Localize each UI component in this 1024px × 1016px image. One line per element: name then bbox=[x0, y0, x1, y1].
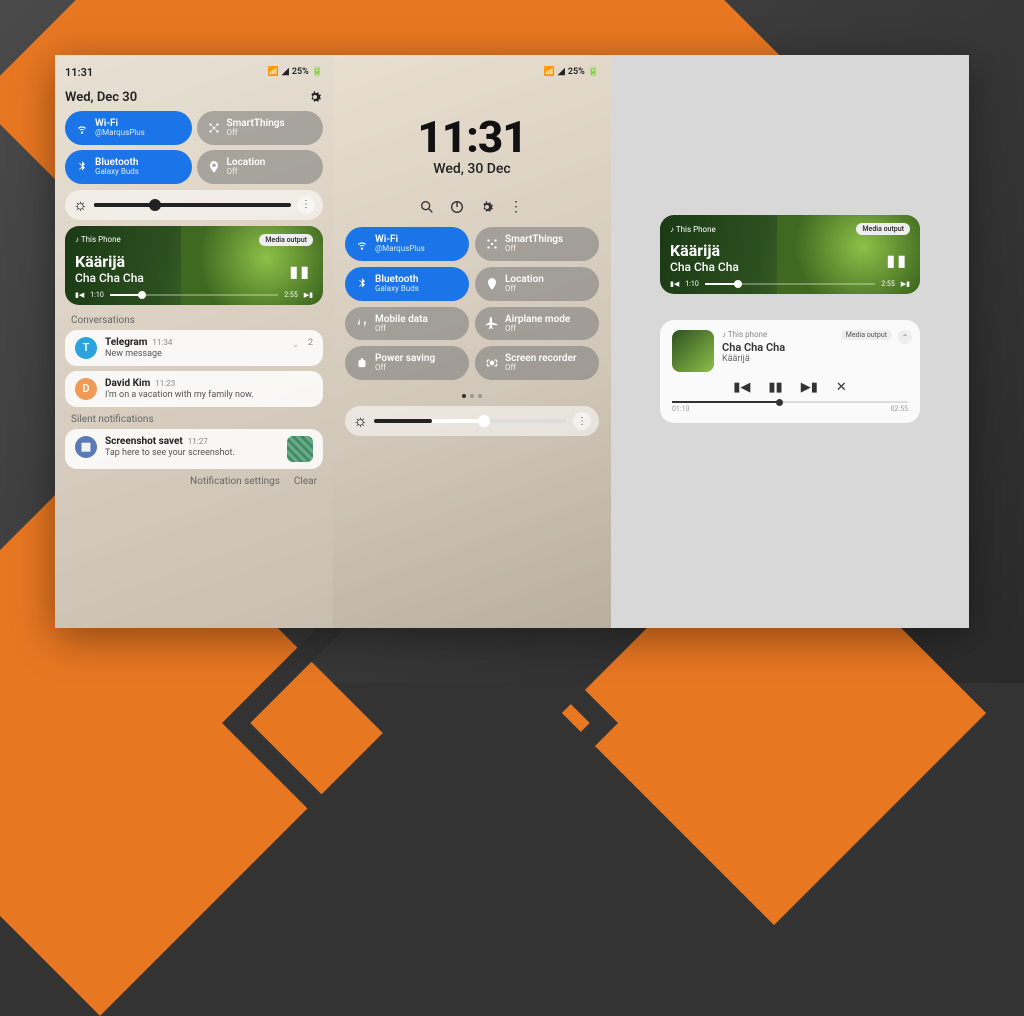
brightness-icon: ☼ bbox=[73, 195, 88, 215]
album-art-3 bbox=[672, 330, 714, 372]
collapse-icon[interactable]: ⌃ bbox=[898, 330, 912, 344]
more-icon-2[interactable]: ⋮ bbox=[509, 199, 525, 215]
page-indicator bbox=[345, 394, 599, 398]
location-icon bbox=[207, 160, 221, 174]
settings-icon-2[interactable] bbox=[479, 199, 495, 215]
screenshot-thumb bbox=[287, 436, 313, 462]
progress-bar-3[interactable] bbox=[672, 401, 908, 403]
status-bar-2: 📶◢25%🔋 bbox=[345, 63, 599, 81]
data-icon bbox=[355, 316, 369, 330]
notification-count: 2 bbox=[308, 338, 313, 348]
qs-screenrecorder[interactable]: Screen recorderOff bbox=[475, 346, 599, 380]
record-icon bbox=[485, 356, 499, 370]
media-artist-3: Käärijä bbox=[722, 354, 908, 364]
media-track: Cha Cha Cha bbox=[75, 271, 313, 285]
status-time: 11:31 bbox=[65, 66, 93, 79]
media-artist-2: Käärijä bbox=[670, 241, 910, 260]
media-widget-compact[interactable]: Media output ⌃ ♪ This phone Cha Cha Cha … bbox=[660, 320, 920, 423]
media-output-2[interactable]: Media output bbox=[856, 223, 910, 235]
qs-wifi[interactable]: Wi-Fi@MarqusPlus bbox=[345, 227, 469, 261]
notification-david[interactable]: D David Kim11:23 I'm on a vacation with … bbox=[65, 371, 323, 407]
search-icon[interactable] bbox=[419, 199, 435, 215]
qs-smartthings[interactable]: SmartThingsOff bbox=[475, 227, 599, 261]
clock-time: 11:31 bbox=[345, 111, 599, 163]
chevron-down-icon[interactable]: ⌄ bbox=[292, 340, 299, 349]
quick-toggles: Wi-Fi@MarqusPlus SmartThingsOff Bluetoot… bbox=[65, 111, 323, 184]
next-button-3[interactable]: ▶▮ bbox=[801, 380, 818, 395]
qs-location[interactable]: LocationOff bbox=[475, 267, 599, 301]
telegram-icon: T bbox=[75, 337, 97, 359]
battery-icon bbox=[355, 356, 369, 370]
location-icon bbox=[485, 277, 499, 291]
smartthings-icon bbox=[485, 237, 499, 251]
pause-button-3[interactable]: ▮▮ bbox=[768, 380, 782, 395]
media-player-card[interactable]: ♪ This Phone Media output Käärijä Cha Ch… bbox=[65, 226, 323, 305]
elapsed-3: 01:10 bbox=[672, 405, 689, 413]
pause-button[interactable]: ▮▮ bbox=[289, 262, 311, 281]
toggle-wifi[interactable]: Wi-Fi@MarqusPlus bbox=[65, 111, 192, 145]
prev-button-3[interactable]: ▮◀ bbox=[733, 380, 750, 395]
media-source-2: ♪ This Phone bbox=[670, 225, 716, 234]
widgets-panel: ♪ This Phone Media output Käärijä Cha Ch… bbox=[611, 55, 969, 628]
more-icon-3[interactable]: ⋮ bbox=[573, 412, 591, 430]
quick-settings-panel: 📶◢25%🔋 11:31 Wed, 30 Dec ⋮ Wi-Fi@MarqusP… bbox=[333, 55, 611, 628]
lock-clock: 11:31 Wed, 30 Dec bbox=[345, 111, 599, 177]
bluetooth-icon bbox=[355, 277, 369, 291]
next-button[interactable]: ▶▮ bbox=[304, 291, 313, 299]
date-label: Wed, Dec 30 bbox=[65, 90, 137, 105]
status-bar: 11:31 📶◢25%🔋 bbox=[65, 63, 323, 81]
wifi-icon bbox=[75, 121, 89, 135]
notification-screenshot[interactable]: ▦ Screenshot savet11:27 Tap here to see … bbox=[65, 429, 323, 469]
prev-button-2[interactable]: ▮◀ bbox=[670, 280, 679, 288]
brightness-icon: ☼ bbox=[353, 411, 368, 431]
total-time: 2:55 bbox=[284, 291, 298, 299]
silent-label: Silent notifications bbox=[71, 414, 323, 425]
screenshot-icon: ▦ bbox=[75, 436, 97, 458]
prev-button[interactable]: ▮◀ bbox=[75, 291, 84, 299]
media-track-2: Cha Cha Cha bbox=[670, 260, 910, 274]
notification-telegram[interactable]: T Telegram11:34 New message 2 ⌄ bbox=[65, 330, 323, 366]
qs-powersaving[interactable]: Power savingOff bbox=[345, 346, 469, 380]
pause-button-2[interactable]: ▮▮ bbox=[886, 251, 908, 270]
qs-airplane[interactable]: Airplane modeOff bbox=[475, 307, 599, 341]
clear-button[interactable]: Clear bbox=[294, 476, 317, 487]
settings-icon[interactable] bbox=[307, 89, 323, 105]
power-icon[interactable] bbox=[449, 199, 465, 215]
airplane-icon bbox=[485, 316, 499, 330]
media-source: ♪ This Phone bbox=[75, 235, 121, 244]
toggle-location[interactable]: LocationOff bbox=[197, 150, 324, 184]
media-widget-expanded[interactable]: ♪ This Phone Media output Käärijä Cha Ch… bbox=[660, 215, 920, 294]
qs-mobiledata[interactable]: Mobile dataOff bbox=[345, 307, 469, 341]
more-icon[interactable]: ⋮ bbox=[297, 196, 315, 214]
next-button-2[interactable]: ▶▮ bbox=[901, 280, 910, 288]
contact-icon: D bbox=[75, 378, 97, 400]
toggle-smartthings[interactable]: SmartThingsOff bbox=[197, 111, 324, 145]
smartthings-icon bbox=[207, 121, 221, 135]
media-output-3[interactable]: Media output bbox=[841, 330, 892, 340]
wifi-icon bbox=[355, 237, 369, 251]
qs-bluetooth[interactable]: BluetoothGalaxy Buds bbox=[345, 267, 469, 301]
close-button[interactable]: ✕ bbox=[836, 380, 847, 395]
elapsed-time: 1:10 bbox=[90, 291, 104, 299]
media-track-3: Cha Cha Cha bbox=[722, 341, 908, 354]
notification-panel: 11:31 📶◢25%🔋 Wed, Dec 30 Wi-Fi@MarqusPlu… bbox=[55, 55, 333, 628]
media-output-button[interactable]: Media output bbox=[259, 234, 313, 246]
total-3: 02:55 bbox=[891, 405, 908, 413]
progress-bar[interactable] bbox=[110, 294, 279, 296]
brightness-slider[interactable]: ☼ ⋮ bbox=[65, 190, 323, 220]
brightness-slider-2[interactable]: ☼ ⋮ bbox=[345, 406, 599, 436]
media-artist: Käärijä bbox=[75, 252, 313, 271]
conversations-label: Conversations bbox=[71, 315, 323, 326]
toggle-bluetooth[interactable]: BluetoothGalaxy Buds bbox=[65, 150, 192, 184]
progress-bar-2[interactable] bbox=[705, 283, 876, 285]
notification-settings-link[interactable]: Notification settings bbox=[190, 476, 280, 487]
status-icons: 📶◢25%🔋 bbox=[268, 67, 323, 77]
clock-date: Wed, 30 Dec bbox=[345, 161, 599, 177]
bluetooth-icon bbox=[75, 160, 89, 174]
